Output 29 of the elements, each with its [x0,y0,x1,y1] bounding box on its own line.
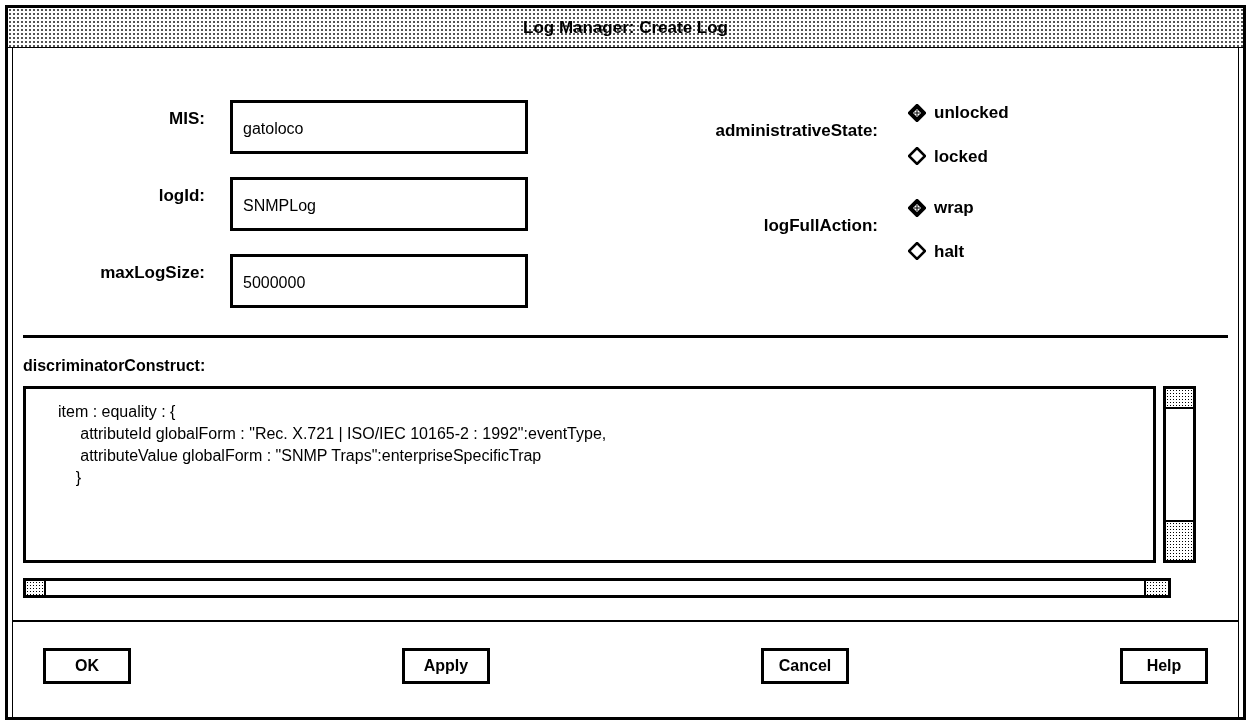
field-label: logId: [157,185,206,207]
radio-group-label: administrativeState: [714,120,879,142]
radio-diamond-icon[interactable] [908,103,926,122]
text-field[interactable]: 5000000 [230,254,528,308]
radio-diamond-icon[interactable] [908,198,926,217]
field-label: MIS: [168,108,206,130]
window-title: Log Manager: Create Log [522,16,729,39]
dialog-button[interactable]: Apply [402,648,490,684]
text-field[interactable]: SNMPLog [230,177,528,231]
dialog-button[interactable]: Help [1120,648,1208,684]
dialog-button[interactable]: Cancel [761,648,849,684]
radio-group-label: logFullAction: [762,215,879,237]
text-line: } [74,468,83,488]
radio-diamond-icon[interactable] [908,242,926,261]
radio-label[interactable]: halt [934,238,965,264]
section-label: discriminatorConstruct: [23,356,207,376]
text-line: attributeId globalForm : "Rec. X.721 | ISO/IEC 10165-2 : 1992":eventType, [79,424,608,444]
vertical-scrollbar[interactable] [1163,386,1196,563]
field-label: maxLogSize: [99,262,206,284]
dialog-button[interactable]: OK [43,648,131,684]
text-area[interactable]: item : equality : { attributeId globalForm : "Rec. X.721 | ISO/IEC 10165-2 : 1992":eventType, attributeValue globalForm : "SNMP Traps":enterpriseSpecificTrap } [23,386,1156,563]
horizontal-scrollbar[interactable] [23,578,1171,598]
radio-diamond-icon[interactable] [908,147,926,166]
text-line: attributeValue globalForm : "SNMP Traps":enterpriseSpecificTrap [79,446,543,466]
radio-label[interactable]: wrap [934,195,974,221]
text-line: item : equality : { [58,402,177,422]
text-field[interactable]: gatoloco [230,100,528,154]
radio-label[interactable]: unlocked [934,100,1009,126]
radio-label[interactable]: locked [934,143,988,169]
